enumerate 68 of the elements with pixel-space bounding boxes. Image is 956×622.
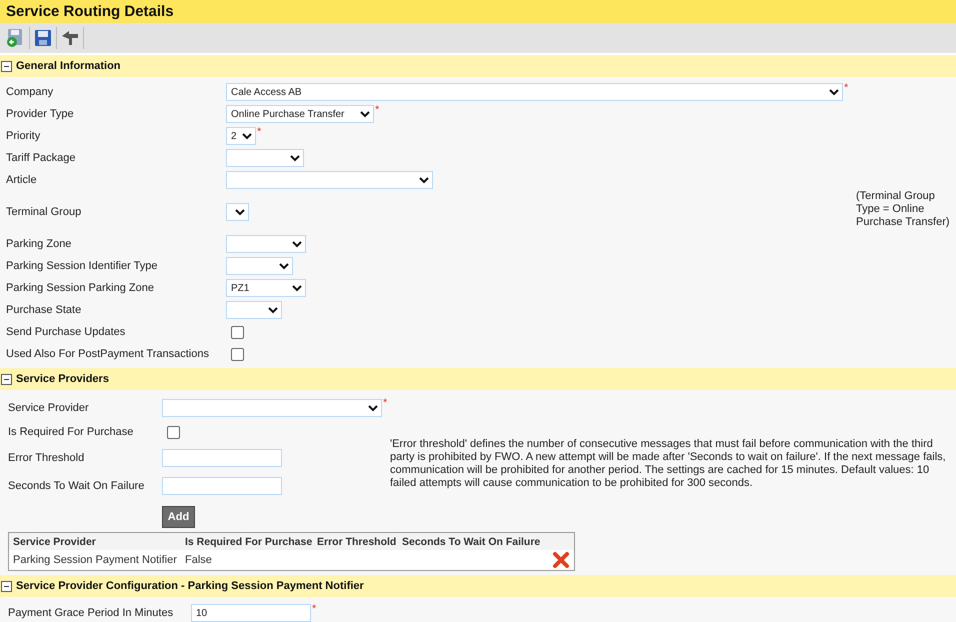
field-label: Seconds To Wait On Failure (7, 480, 146, 492)
select-field[interactable] (162, 399, 382, 417)
field-label: Provider Type (5, 108, 75, 120)
select-field[interactable]: Online Purchase Transfer (226, 105, 374, 123)
field-label: Is Required For Purchase (7, 426, 134, 438)
collapse-toggle[interactable] (1, 374, 12, 384)
collapse-toggle[interactable] (1, 580, 12, 592)
table-cell-text: Parking Session Payment Notifier (12, 554, 178, 566)
field-label: Send Purchase Updates (5, 326, 126, 338)
chevron-icon (292, 240, 302, 248)
column-header: Is Required For Purchase (184, 536, 313, 548)
field-label: Service Provider (7, 402, 90, 414)
field-label: Terminal Group (5, 206, 82, 218)
table-cell-text: False (184, 554, 213, 566)
delete-icon[interactable] (552, 551, 570, 569)
collapse-toggle[interactable] (1, 60, 12, 72)
field-label: Parking Session Parking Zone (5, 282, 155, 294)
select-field[interactable]: 2 (226, 127, 256, 145)
select-field[interactable] (226, 257, 293, 275)
required-mark: * (312, 603, 316, 615)
hint-text: (Terminal Group Type = Online Purchase Transfer) (856, 190, 951, 228)
chevron-icon (829, 88, 839, 96)
section-title: General Information (16, 60, 121, 72)
save-icon[interactable] (32, 27, 54, 49)
select-field[interactable]: Cale Access AB (226, 83, 843, 101)
checkbox[interactable] (167, 426, 180, 438)
checkbox[interactable] (231, 326, 244, 338)
section-title: Service Providers (16, 373, 109, 385)
chevron-icon (292, 284, 302, 292)
field-label: Company (5, 86, 54, 98)
section-title: Service Provider Configuration - Parking Session Payment Notifier (16, 580, 364, 592)
select-field[interactable] (226, 235, 306, 253)
select-field[interactable] (226, 171, 433, 189)
field-label: Tariff Package (5, 152, 77, 164)
column-header: Seconds To Wait On Failure (401, 536, 542, 548)
checkbox[interactable] (231, 348, 244, 360)
field-label: Payment Grace Period In Minutes (7, 607, 174, 619)
field-label: Parking Zone (5, 238, 72, 250)
field-label: Priority (5, 130, 42, 142)
chevron-icon (419, 176, 429, 184)
chevron-icon (268, 306, 278, 314)
select-field[interactable] (226, 301, 282, 319)
field-label: Error Threshold (7, 452, 86, 464)
add-button[interactable]: Add (162, 506, 195, 528)
column-header: Service Provider (12, 536, 97, 548)
chevron-icon (290, 154, 300, 162)
field-label: Article (5, 174, 38, 186)
input-field[interactable] (162, 449, 282, 467)
help-text: 'Error threshold' defines the number of consecutive messages that must fail before communication with the third party is prohibited by FWO. A new attempt will be made after 'Seconds to wait on failure'. If the next message fails, communication will be prohibited for another period. The settings are cached for 15 minutes. Default values: 10 failed attempts will cause communication to be prohibited for 300 seconds. (390, 438, 947, 491)
required-mark: * (375, 104, 380, 116)
required-mark: * (844, 82, 848, 94)
select-field[interactable] (226, 203, 249, 221)
chevron-icon (279, 262, 289, 270)
field-label: Parking Session Identifier Type (5, 260, 158, 272)
chevron-icon (368, 404, 378, 412)
column-header: Error Threshold (316, 536, 398, 548)
chevron-icon (235, 208, 245, 216)
select-field[interactable]: PZ1 (226, 279, 306, 297)
required-mark: * (383, 397, 388, 409)
field-label: Purchase State (5, 304, 82, 316)
input-field[interactable]: 10 (191, 604, 311, 622)
chevron-icon (360, 110, 370, 118)
select-field[interactable] (226, 149, 304, 167)
required-mark: * (257, 126, 262, 138)
field-label: Used Also For PostPayment Transactions (5, 348, 210, 360)
window-title: Service Routing Details (6, 3, 174, 20)
chevron-icon (242, 132, 252, 140)
input-field[interactable] (162, 477, 282, 495)
